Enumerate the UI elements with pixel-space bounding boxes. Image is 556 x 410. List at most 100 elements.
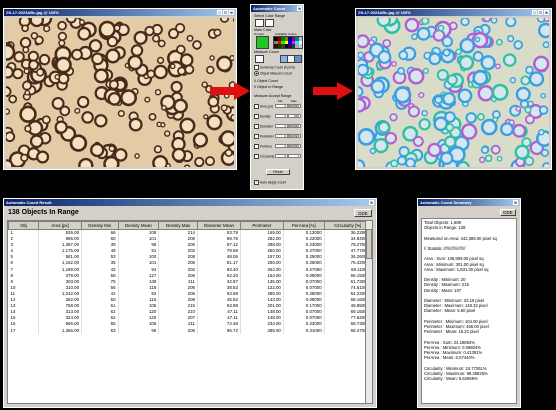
axon-ring (540, 92, 547, 99)
range-row-2[interactable]: Diameter (254, 124, 273, 129)
range-row-0[interactable]: Area (px) (254, 104, 273, 109)
close-icon[interactable]: × (369, 200, 374, 205)
summary-count-checkbox[interactable] (254, 65, 259, 70)
close-icon[interactable]: × (229, 10, 234, 15)
count-summary-titlebar[interactable]: Automatic Count Summary × (418, 199, 520, 206)
current-mark-color-swatch[interactable] (256, 36, 269, 49)
summary-dde-button[interactable]: DDE (500, 209, 516, 216)
column-header[interactable]: Perimeter (239, 221, 284, 230)
color-swatch[interactable] (298, 44, 302, 48)
axon-ring (525, 65, 534, 75)
select-color-range-label: Select Color Range (254, 14, 286, 18)
result-scrollbar[interactable] (365, 221, 372, 403)
table-row[interactable]: 17 1,366.00 53 96 205 96.72 285.00 0.31000 68.47… (8, 327, 372, 334)
column-header[interactable]: PerArea [%] (282, 221, 325, 230)
axon-ring (28, 59, 39, 71)
column-header[interactable]: Obj (8, 221, 40, 230)
axon-ring (148, 113, 157, 121)
axon-ring (6, 108, 11, 115)
right-image-window: ZN-17-0023ABc.jpg @ 100% _ □ × (355, 8, 552, 170)
column-header[interactable]: Density Mean (117, 221, 160, 230)
table-row[interactable]: 6 1,162.00 35 101 206 81.17 255.00 0.26000 76.42… (8, 260, 372, 267)
range-checkbox[interactable] (254, 104, 259, 109)
range-checkbox[interactable] (254, 154, 259, 159)
tool-c-icon[interactable] (294, 55, 302, 63)
right-micrograph-counted (358, 18, 549, 167)
axon-ring (492, 110, 501, 119)
axon-ring (106, 35, 119, 48)
available-colors-palette[interactable] (273, 36, 303, 49)
range-min-field[interactable]: 0 (275, 144, 288, 148)
close-icon[interactable]: × (297, 6, 302, 11)
axon-ring (404, 18, 420, 33)
close-icon[interactable]: × (544, 10, 549, 15)
axon-ring (144, 96, 151, 103)
range-checkbox[interactable] (254, 114, 259, 119)
range-min-field[interactable]: 0 (275, 114, 288, 118)
column-header[interactable]: Diameter Mean (196, 221, 241, 230)
range-max-field[interactable]: 999999 (288, 124, 301, 128)
range-row-1[interactable]: Density (254, 114, 271, 119)
minimize-icon[interactable]: _ (532, 10, 537, 15)
range-max-field[interactable]: 999999 (288, 144, 301, 148)
dde-button[interactable]: DDE (354, 209, 372, 217)
maximize-icon[interactable]: □ (538, 10, 543, 15)
axon-ring (444, 111, 456, 123)
left-image-titlebar[interactable]: ZN-17-0023ABc.jpg @ 100% _ □ × (4, 9, 236, 16)
axon-ring (170, 80, 183, 93)
axon-ring (179, 117, 196, 134)
range-max-field[interactable]: 255 (288, 114, 301, 118)
count-result-title: Automatic Count Result (6, 200, 52, 205)
range-row-3[interactable]: Perimeter (254, 134, 274, 139)
axon-ring (6, 86, 12, 98)
axon-ring (41, 115, 51, 125)
range-max-field[interactable]: 999999 (288, 104, 301, 108)
range-min-field[interactable]: 0 (275, 104, 288, 108)
range-min-field[interactable]: 0 (275, 124, 288, 128)
axon-ring (444, 135, 457, 148)
column-header[interactable]: Area [px] (38, 221, 83, 230)
auto-apply-checkbox[interactable]: ✓ (254, 180, 259, 185)
right-image-titlebar[interactable]: ZN-17-0023ABc.jpg @ 100% _ □ × (356, 9, 551, 16)
axon-ring (133, 30, 148, 45)
summary-count-option[interactable]: Summary Count (if print) (254, 65, 295, 70)
range-max-field[interactable]: 1 (288, 154, 301, 158)
range-checkbox[interactable] (254, 124, 259, 129)
minimize-icon[interactable]: _ (217, 10, 222, 15)
axon-ring (23, 68, 30, 75)
range-max-field[interactable]: 999999 (288, 134, 301, 138)
axon-ring (36, 68, 45, 77)
axon-ring (370, 79, 386, 94)
axon-ring (376, 18, 392, 28)
axon-ring (57, 72, 70, 85)
range-row-5[interactable]: Circularity (254, 154, 274, 159)
auto-apply-option[interactable]: ✓ Auto Apply Count (254, 180, 286, 185)
axon-ring (407, 68, 425, 85)
count-result-titlebar[interactable]: Automatic Count Result × (4, 199, 376, 206)
pipette-icon[interactable] (255, 19, 264, 27)
pipette-minus-icon[interactable] (265, 19, 274, 27)
axon-ring (154, 88, 162, 96)
range-row-4[interactable]: PerArea (254, 144, 272, 149)
automatic-count-titlebar[interactable]: Automatic Count × (251, 5, 303, 12)
reset-button[interactable]: Reset (266, 169, 290, 175)
range-min-field[interactable]: 0 (275, 134, 288, 138)
table-row[interactable]: 1 526.00 66 108 214 53.79 169.00 0.13000 36.2280… (8, 229, 372, 237)
range-label: Circularity (260, 154, 275, 159)
axon-ring (397, 67, 405, 75)
objects-in-range-text: 0 Object In Range (254, 85, 283, 89)
axon-ring (432, 29, 446, 42)
object-measure-count-radio[interactable] (254, 71, 259, 76)
close-icon[interactable]: × (513, 200, 518, 205)
range-min-field[interactable]: 0 (275, 154, 288, 158)
object-measure-count-option[interactable]: Object Measure Count (254, 71, 292, 76)
scrollbar-thumb[interactable] (366, 229, 372, 259)
maximize-icon[interactable]: □ (223, 10, 228, 15)
range-checkbox[interactable] (254, 134, 259, 139)
range-checkbox[interactable] (254, 144, 259, 149)
count-tool-icon[interactable] (255, 55, 264, 63)
column-header[interactable]: Density Max (158, 221, 198, 230)
axon-ring (81, 111, 94, 124)
column-header[interactable]: Density Min (81, 221, 119, 230)
table-row[interactable]: 7 1,189.00 42 94 202 83.40 262.00 0.27000 69.110… (8, 266, 372, 273)
